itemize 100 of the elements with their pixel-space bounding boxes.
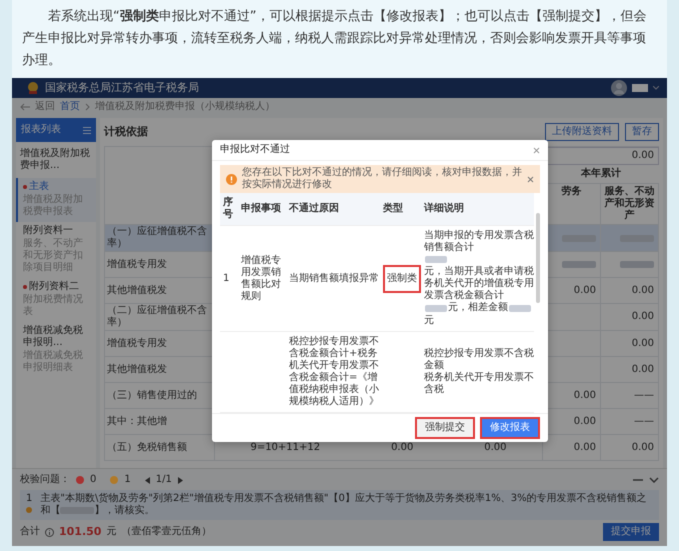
toolbar-button[interactable]: 上传附送资料 [545, 123, 619, 141]
redacted-value [620, 261, 654, 268]
table-cell-text: 增值税专用发票销售额比对规则 [241, 254, 282, 303]
sidebar-item-subtitle: 服务、不动产和无形资产扣除项目明细 [23, 238, 84, 274]
detail-text: 元，当期开具或者申请税务机关代开的增值税专用发票含税金额合计 [424, 266, 534, 302]
site-title: 国家税务总局江苏省电子税务局 [45, 81, 199, 95]
submit-button[interactable]: 提交申报 [603, 523, 659, 541]
caret-icon[interactable] [653, 86, 659, 90]
redacted-value [509, 304, 531, 312]
cell-value: 0.00 [632, 364, 654, 376]
row-label: 率） [107, 317, 128, 329]
menu-icon [83, 126, 91, 134]
back-link[interactable]: 返回 [35, 101, 55, 113]
table-cell: 当期销售额填报异常 [289, 272, 379, 285]
scrollbar[interactable] [536, 213, 540, 303]
dialog-title: 申报比对不通过 [220, 144, 290, 156]
close-icon[interactable] [527, 176, 534, 182]
cell-value: 0.00 [484, 442, 507, 454]
check-label: 校验问题： [20, 474, 70, 486]
row-label: 其他增值税发 [107, 284, 168, 296]
section-title: 计税依据 [104, 125, 148, 139]
sidebar-item-title: 主表 [29, 181, 49, 193]
issue-count: 1 [124, 474, 131, 486]
primary-button[interactable]: 修改报表 [480, 417, 540, 440]
row-label: （一）应征增值税不含 [107, 226, 208, 238]
sidebar-item[interactable]: 增值税减免税申报明... 增值税减免税申报明细表 [16, 322, 96, 378]
sidebar-item-subtitle: 增值税减免税申报明细表 [23, 350, 84, 374]
report-list-button[interactable]: 报表列表 [16, 118, 96, 142]
minimize-icon[interactable] [633, 479, 643, 481]
chevron-down-icon[interactable] [649, 477, 659, 483]
toolbar-button[interactable]: 暂存 [625, 123, 659, 141]
pager-text: 1/1 [156, 474, 172, 486]
row-label: 增值税专用发 [107, 258, 168, 270]
row-label: 率） [107, 238, 128, 250]
cell-value: 0.00 [632, 284, 654, 296]
sidebar-item[interactable]: 附列资料一 服务、不动产和无形资产扣除项目明细 [16, 222, 96, 278]
detail-text: 元 [424, 314, 434, 327]
issue-count: 0 [90, 474, 96, 486]
emblem-icon [26, 81, 40, 95]
redacted-value [425, 256, 447, 263]
back-arrow-icon[interactable] [20, 103, 30, 111]
cell-value: 0.00 [574, 284, 596, 296]
cell-value: 0.00 [574, 442, 596, 454]
next-icon[interactable] [178, 476, 183, 484]
column-header: 不通过原因 [288, 202, 340, 216]
avatar-icon[interactable] [611, 80, 627, 96]
column-header: 服务、不动产和无形资产 [601, 184, 659, 224]
chevron-icon [85, 103, 90, 111]
detail-text: 当期申报的专用发票含税销售额合计 [424, 230, 534, 254]
currency-unit: 元 [106, 526, 116, 538]
intro-paragraph: 若系统出现“强制类申报比对不通过”，可以根据提示点击【修改报表】；也可以点击【强制提交】，但会产生申报比对异常转办事项，流转至税务人端，纳税人需跟踪比对异常处理情况，否则会影响发票开具等事项办理。 [12, 0, 667, 78]
user-name-redacted [632, 84, 648, 92]
previous-icon[interactable] [144, 476, 150, 484]
warning-icon [226, 174, 237, 184]
cell-value: —— [634, 416, 654, 428]
sidebar-item-title: 附列资料二 [29, 281, 79, 293]
sidebar-item[interactable]: 主表 增值税及附加税费申报表 [16, 178, 96, 222]
breadcrumb-link[interactable]: 首页 [60, 101, 80, 113]
row-label: 增值税专用发 [107, 338, 168, 350]
sidebar-item-title: 附列资料一 [23, 225, 73, 237]
warning-dot-icon [26, 507, 32, 513]
type-cell: 强制类 [383, 264, 421, 293]
column-header: 序号 [222, 195, 234, 222]
cell-value: 0.00 [574, 390, 596, 402]
cell-value: —— [634, 390, 654, 402]
row-label: 其中：其他增 [107, 416, 168, 428]
cell-value: 0.00 [632, 311, 654, 323]
breadcrumb-current: 增值税及附加税费申报（小规模纳税人） [95, 101, 275, 113]
row-label: （五）免税销售额 [107, 442, 188, 454]
column-header: 详细说明 [422, 201, 465, 216]
detail-text: 税务机关代开专用发票不含税 [424, 372, 534, 396]
alert-text: 您存在以下比对不通过的情况，请仔细阅读，核对申报数据，并按实际情况进行修改 [242, 167, 522, 191]
close-icon[interactable] [533, 146, 540, 154]
info-icon[interactable] [45, 528, 54, 536]
detail-text: 税控抄报专用发票不含税金额 [424, 348, 534, 372]
cell-value: 0.00 [632, 442, 654, 454]
cell-value: 0.00 [574, 416, 596, 428]
redacted-value [425, 304, 447, 312]
column-header: 类型 [382, 202, 404, 216]
message-index: 1 [26, 493, 32, 505]
sidebar-item-title: 增值税减免税申报明... [23, 325, 84, 349]
sidebar-item-subtitle: 附加税费情况表 [23, 294, 84, 318]
sidebar-group[interactable]: 增值税及附加税费申报... [16, 142, 96, 178]
total-label: 合计 [20, 526, 40, 538]
row-number: 1 [223, 272, 230, 285]
amount-in-words: （壹佰零壹元伍角） [121, 526, 212, 538]
sidebar-item[interactable]: 附列资料二 附加税费情况表 [16, 278, 96, 322]
row-label: （二）应征增值税不含 [107, 305, 208, 316]
total-amount: 101.50 [59, 525, 102, 539]
column-header: 申报事项 [240, 202, 282, 216]
cell-value: 0.00 [391, 442, 414, 454]
detail-text: 元，相差金额 [448, 302, 508, 314]
table-cell: 税控抄报专用发票不含税金额合计+税务机关代开专用发票不含税金额合计=《增值税纳税申报表（小规模纳税人适用）》 [289, 336, 379, 408]
sidebar-item-subtitle: 增值税及附加税费申报表 [23, 194, 84, 218]
row-label: 其他增值税发 [107, 364, 168, 376]
row-label: （三）销售使用过的 [107, 390, 198, 402]
secondary-button[interactable]: 强制提交 [415, 417, 475, 440]
message-text: 主表"本期数\货物及劳务"列第2栏"增值税专用发票不含税销售额"【0】应大于等于货物及劳务类税率1%、3%的专用发票不含税销售额之和【 】，请核实。 [40, 493, 648, 517]
cell-value: 0.00 [632, 338, 654, 350]
formula-cell: 9=10+11+12 [250, 442, 320, 454]
